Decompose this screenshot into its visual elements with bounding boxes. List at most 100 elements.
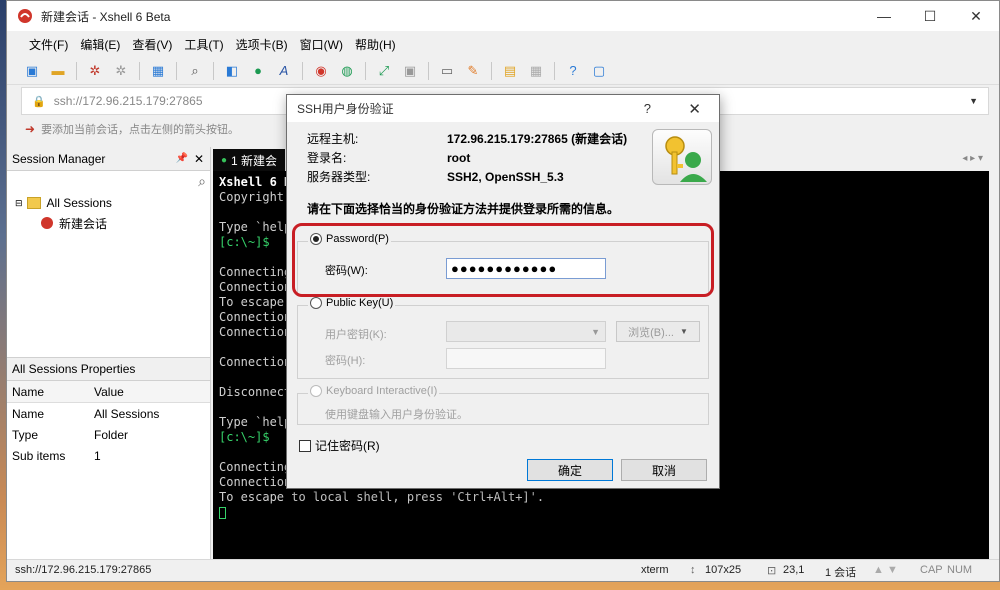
lock-icon: 🔒 — [32, 95, 46, 108]
cursor-block — [219, 506, 226, 519]
menu-file[interactable]: 文件(F) — [23, 36, 74, 53]
menu-view[interactable]: 查看(V) — [126, 36, 178, 53]
collapse-icon[interactable]: ⊟ — [15, 198, 23, 209]
menu-window[interactable]: 窗口(W) — [294, 36, 349, 53]
ok-button[interactable]: 确定 — [527, 459, 613, 481]
passphrase-label: 密码(H): — [325, 355, 366, 367]
keyboard-interactive-group: Keyboard Interactive(I) 使用键盘输入用户身份验证。 — [297, 385, 709, 425]
globe-icon[interactable]: ● — [247, 60, 269, 82]
status-address: ssh://172.96.215.179:27865 — [15, 564, 152, 576]
vertical-scrollbar[interactable] — [989, 147, 999, 559]
user-key-select[interactable]: ▼ — [446, 321, 606, 342]
status-cursor: 23,1 — [783, 564, 805, 576]
keyboard-radio-label: Keyboard Interactive(I) — [326, 385, 438, 397]
table-row: Name All Sessions — [7, 403, 210, 424]
remember-password[interactable]: 记住密码(R) — [299, 437, 380, 454]
fullscreen-icon[interactable]: ⤢ — [373, 60, 395, 82]
column-header[interactable]: Value — [89, 385, 124, 399]
properties-pane: All Sessions Properties Name Value Name … — [7, 357, 210, 559]
terminal-line: To escape to local shell, press 'Ctrl+Al… — [219, 490, 545, 504]
keyboard-radio-button[interactable] — [310, 385, 322, 397]
remember-checkbox[interactable] — [299, 439, 311, 452]
menu-tools[interactable]: 工具(T) — [178, 36, 229, 53]
toolbar-separator — [365, 61, 366, 80]
highlight-icon[interactable]: ✎ — [462, 60, 484, 82]
find-icon[interactable]: ⌕ — [184, 60, 206, 82]
tab-scroll-icon[interactable]: ◂ ▸ ▾ — [962, 153, 983, 164]
public-key-group: Public Key(U) 用户密钥(K): ▼ 浏览(B)... ▼ 密码(H… — [297, 297, 709, 379]
session-manager-header: Session Manager 📌 ✕ — [7, 147, 210, 171]
keyboard-icon[interactable]: ▭ — [436, 60, 458, 82]
chevron-down-icon[interactable]: ▼ — [969, 96, 978, 106]
close-icon[interactable]: ✕ — [688, 100, 701, 118]
session-icon — [41, 217, 53, 229]
info-row: 登录名: root — [307, 148, 627, 167]
tree-item-all-sessions[interactable]: ⊟ All Sessions — [15, 193, 210, 213]
xftp-icon[interactable]: ◍ — [336, 60, 358, 82]
table-row: Sub items 1 — [7, 445, 210, 466]
browse-button[interactable]: 浏览(B)... ▼ — [616, 321, 700, 342]
help-icon[interactable]: ? — [644, 101, 651, 116]
toolbar-separator — [428, 61, 429, 80]
maximize-button[interactable]: ☐ — [907, 1, 953, 31]
tree-item-session[interactable]: 新建会话 — [15, 213, 210, 233]
search-icon[interactable]: ⌕ — [198, 173, 206, 190]
menu-edit[interactable]: 编辑(E) — [74, 36, 126, 53]
info-row: 远程主机: 172.96.215.179:27865 (新建会话) — [307, 129, 627, 148]
info-value: root — [447, 150, 471, 165]
open-folder-icon[interactable]: ▬ — [47, 60, 69, 82]
info-label: 登录名: — [307, 151, 347, 165]
property-value: 1 — [94, 448, 101, 463]
tile-icon[interactable]: ▦ — [525, 60, 547, 82]
keyboard-interactive-radio[interactable]: Keyboard Interactive(I) — [308, 385, 440, 397]
menu-help[interactable]: 帮助(H) — [349, 36, 402, 53]
remember-label: 记住密码(R) — [315, 439, 380, 453]
dialog-title: SSH用户身份验证 — [297, 102, 394, 116]
connect-icon[interactable]: ✲ — [84, 60, 106, 82]
properties-icon[interactable]: ▦ — [147, 60, 169, 82]
xshell-icon[interactable]: ◉ — [310, 60, 332, 82]
dialog-instruction: 请在下面选择恰当的身份验证方法并提供登录所需的信息。 — [307, 202, 620, 216]
window-title: 新建会话 - Xshell 6 Beta — [41, 9, 171, 24]
bookmark-arrow-icon[interactable]: ➜ — [25, 122, 35, 136]
tree-item-label: 新建会话 — [59, 216, 108, 231]
properties-title: All Sessions Properties — [7, 357, 210, 381]
menu-tabs[interactable]: 选项卡(B) — [230, 36, 294, 53]
minimize-button[interactable]: — — [861, 1, 907, 31]
lock-icon[interactable]: ▣ — [399, 60, 421, 82]
tab-session[interactable]: ● 1 新建会 — [213, 149, 286, 171]
info-label: 服务器类型: — [307, 170, 371, 184]
tree-item-label: All Sessions — [46, 196, 112, 210]
disconnect-icon[interactable]: ✲ — [110, 60, 132, 82]
property-name: Name — [12, 406, 45, 421]
new-session-icon[interactable]: ▣ — [21, 60, 43, 82]
menu-bar: 文件(F) 编辑(E) 查看(V) 工具(T) 选项卡(B) 窗口(W) 帮助(… — [7, 31, 999, 57]
toolbar-separator — [176, 61, 177, 80]
folder-icon — [26, 197, 41, 209]
layout-icon[interactable]: ◧ — [221, 60, 243, 82]
property-name: Type — [12, 427, 39, 442]
dialog-title-bar: SSH用户身份验证 ? ✕ — [287, 95, 719, 122]
add-tab-icon[interactable]: ▤ — [499, 60, 521, 82]
close-button[interactable]: ✕ — [953, 1, 999, 31]
column-header[interactable]: Name — [7, 385, 89, 399]
session-search[interactable]: ⌕ — [7, 171, 210, 193]
status-dot-icon: ● — [221, 154, 228, 166]
chat-icon[interactable]: ▢ — [588, 60, 610, 82]
session-manager-pane: Session Manager 📌 ✕ ⌕ ⊟ All Sessions 新建会… — [7, 147, 211, 559]
public-key-radio-button[interactable] — [310, 297, 322, 309]
toolbar-separator — [491, 61, 492, 80]
public-key-radio[interactable]: Public Key(U) — [308, 297, 396, 309]
close-pane-icon[interactable]: ✕ — [194, 152, 204, 166]
help-icon[interactable]: ? — [562, 60, 584, 82]
session-tree: ⊟ All Sessions 新建会话 — [7, 193, 210, 233]
cancel-button[interactable]: 取消 — [621, 459, 707, 481]
pin-icon[interactable]: 📌 — [176, 153, 188, 164]
arrows-icon[interactable]: ▲ ▼ — [873, 564, 898, 576]
user-key-label: 用户密钥(K): — [325, 329, 387, 341]
keys-icon — [652, 129, 712, 185]
font-icon[interactable]: A — [273, 60, 295, 82]
toolbar: ▣ ▬ ✲ ✲ ▦ ⌕ ◧ ● A ◉ ◍ ⤢ ▣ ▭ ✎ ▤ ▦ ? ▢ — [7, 57, 999, 85]
ssh-auth-dialog: SSH用户身份验证 ? ✕ 远程主机: 172.96.215.179:27865… — [286, 94, 720, 489]
passphrase-input[interactable] — [446, 348, 606, 369]
